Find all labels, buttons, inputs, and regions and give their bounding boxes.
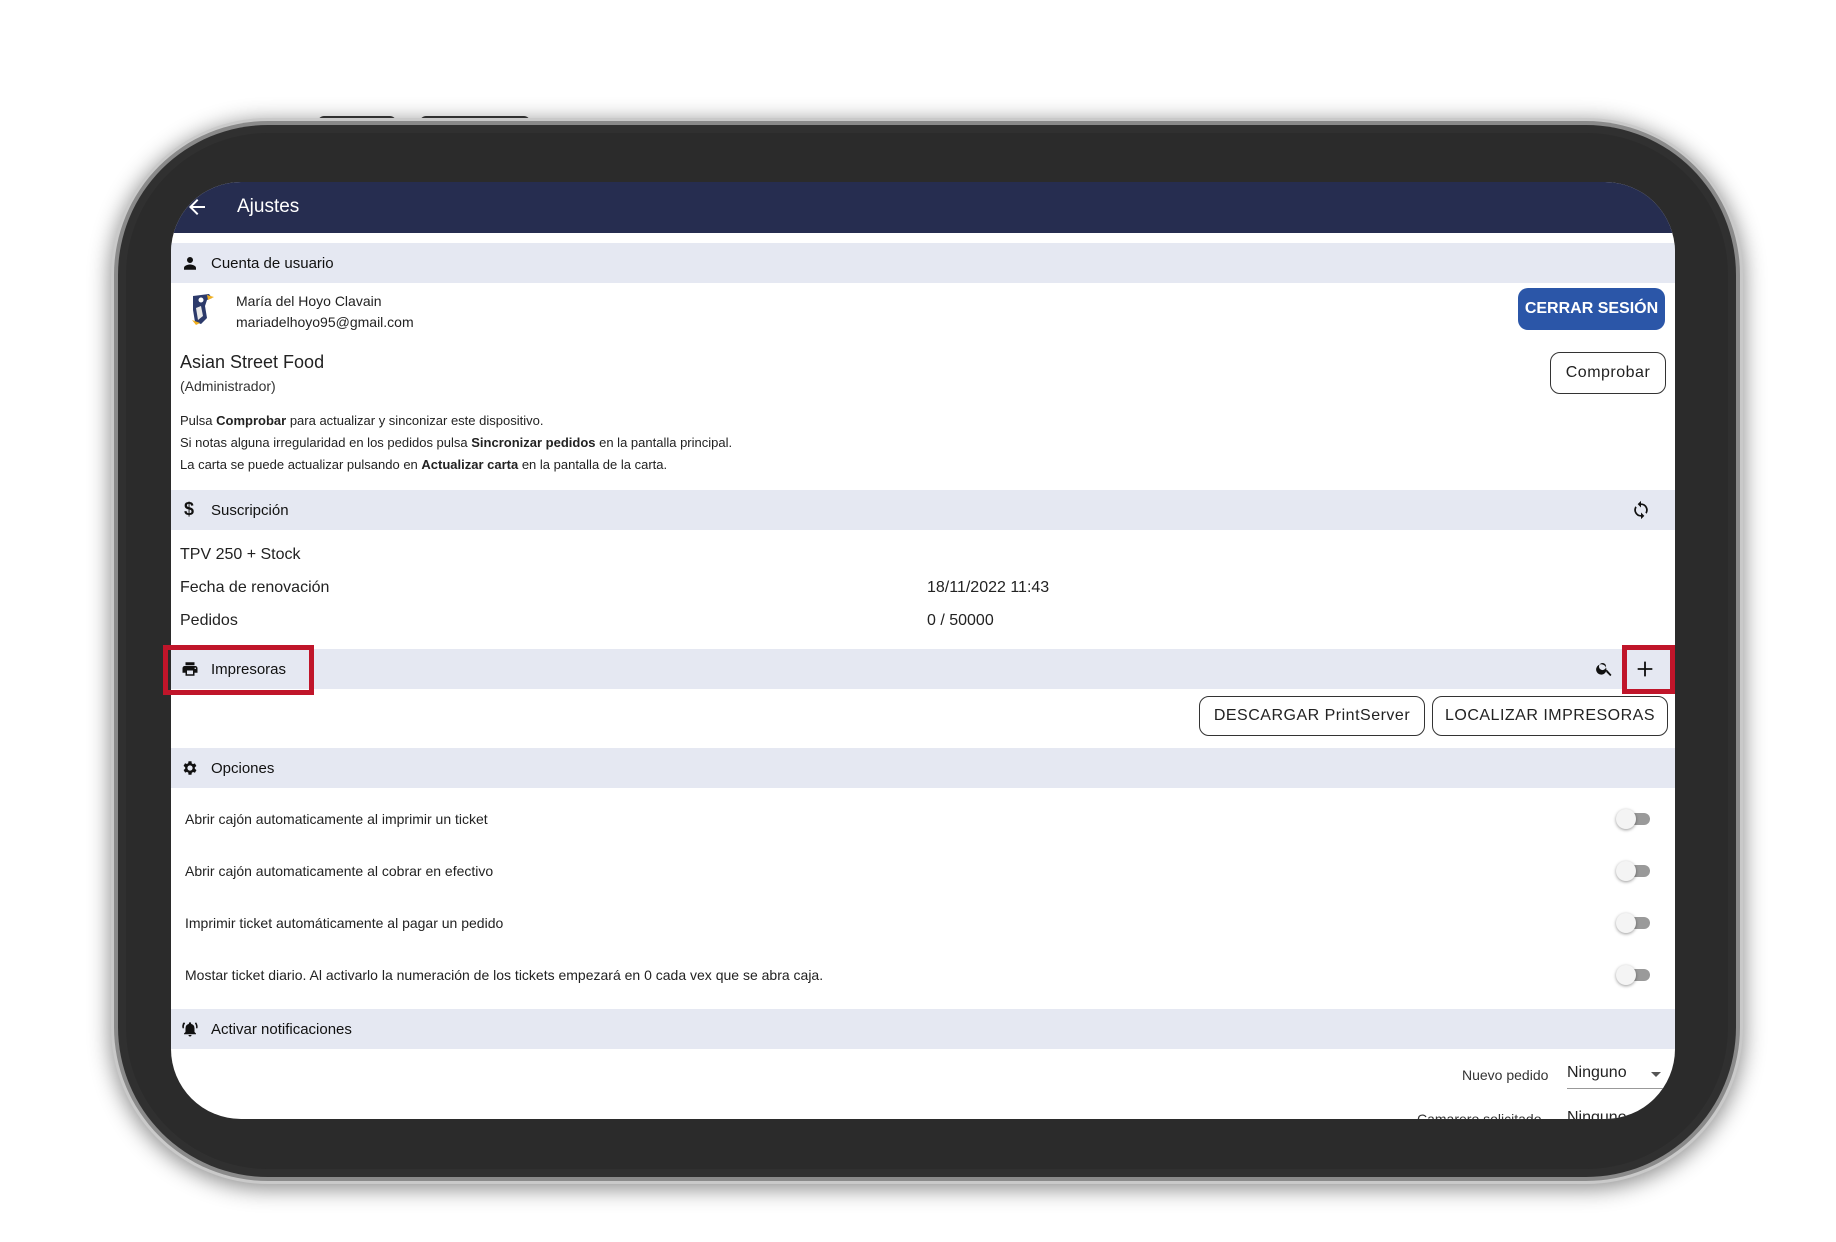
option-toggle[interactable] [1616,861,1652,881]
business-name: Asian Street Food [180,352,325,372]
search-icon[interactable] [1595,659,1614,678]
refresh-icon[interactable] [1631,500,1651,520]
page-title: Ajustes [237,196,300,217]
waiter-request-value[interactable]: Ninguno [1567,1109,1627,1119]
option-label: Mostar ticket diario. Al activarlo la nu… [185,967,824,983]
option-label: Abrir cajón automaticamente al cobrar en… [185,863,494,879]
option-toggle[interactable] [1616,965,1652,985]
renewal-label: Fecha de renovación [180,579,330,596]
highlight-add-printer-button [1622,645,1675,694]
help-text-1: Pulsa Comprobar para actualizar y sincon… [180,413,544,428]
section-account: Cuenta de usuario [171,243,1675,283]
check-button[interactable]: Comprobar [1550,352,1666,394]
user-name: María del Hoyo Clavain [236,293,382,309]
logout-button[interactable]: CERRAR SESIÓN [1518,288,1665,330]
section-printers: Impresoras [171,649,1675,689]
dollar-icon: $ [184,499,195,519]
dropdown-arrow-icon [1651,1072,1661,1077]
subscription-plan: TPV 250 + Stock [180,546,301,563]
user-role: (Administrador) [180,378,276,394]
locate-printers-button[interactable]: LOCALIZAR IMPRESORAS [1432,696,1668,736]
help-text-2: Si notas alguna irregularidad en los ped… [180,435,733,450]
section-title: Cuenta de usuario [211,255,334,272]
help-text-3: La carta se puede actualizar pulsando en… [180,457,668,472]
person-icon [184,257,196,270]
gear-icon [183,761,197,775]
app-bar: Ajustes [171,182,1675,233]
new-order-select[interactable]: Ninguno [1567,1060,1665,1089]
avatar [192,294,214,325]
renewal-value: 18/11/2022 11:43 [927,579,1050,596]
section-title: Activar notificaciones [211,1021,352,1038]
section-title: Opciones [211,760,275,777]
new-order-label: Nuevo pedido [1462,1067,1549,1083]
bell-icon [182,1022,198,1037]
section-notifications: Activar notificaciones [171,1009,1675,1049]
section-options: Opciones [171,748,1675,788]
orders-label: Pedidos [180,612,238,629]
section-title: Suscripción [211,502,289,519]
orders-value: 0 / 50000 [927,612,994,629]
option-toggle[interactable] [1616,809,1652,829]
app-screen: Ajustes Cuenta de usuario María del Hoyo… [171,182,1675,1119]
waiter-request-label: Camarero solicitado [1417,1111,1542,1119]
option-label: Abrir cajón automaticamente al imprimir … [185,811,488,827]
highlight-printers-section [163,645,314,695]
new-order-value: Ninguno [1567,1064,1627,1081]
back-arrow-icon[interactable] [185,195,209,219]
download-printserver-button[interactable]: DESCARGAR PrintServer [1199,696,1425,736]
user-email: mariadelhoyo95@gmail.com [236,314,414,330]
option-label: Imprimir ticket automáticamente al pagar… [185,915,504,931]
section-subscription: $ Suscripción [171,490,1675,530]
option-toggle[interactable] [1616,913,1652,933]
